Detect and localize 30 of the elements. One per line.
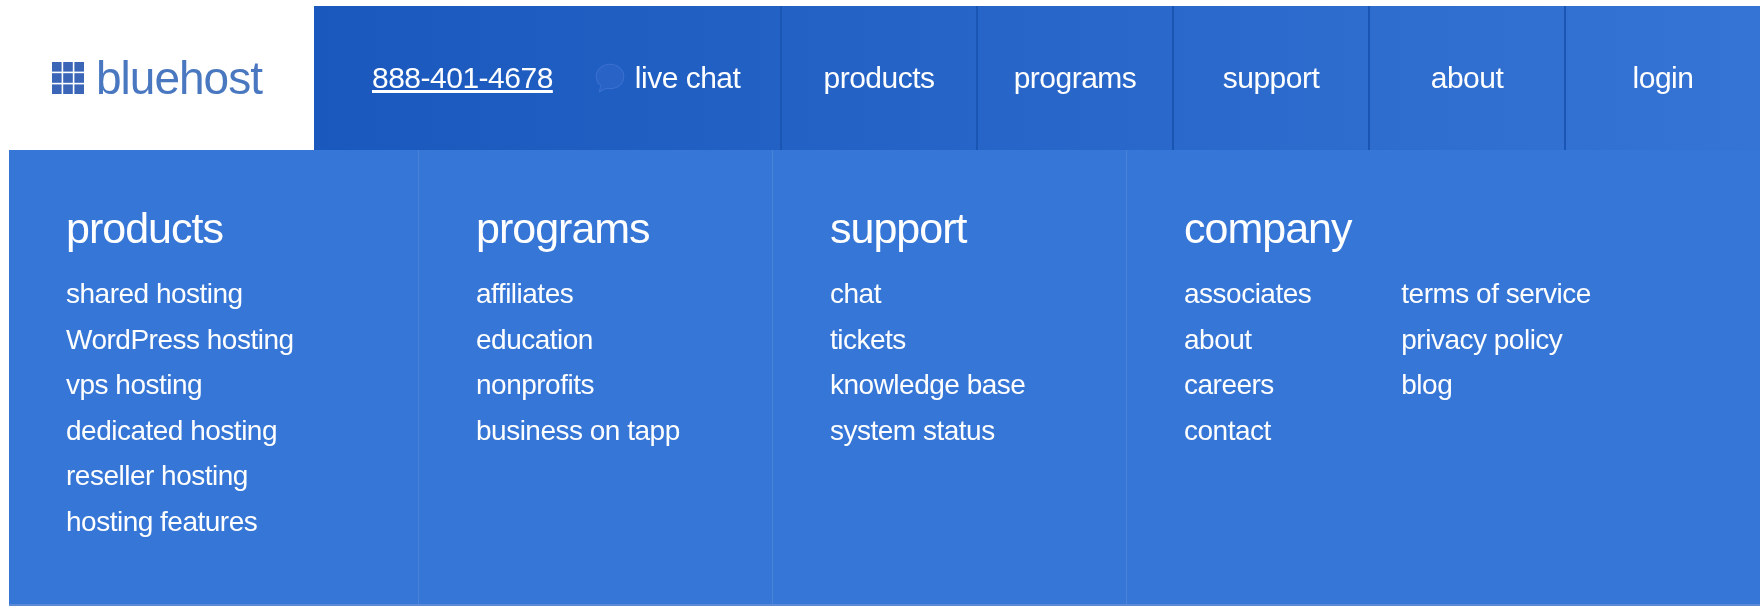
menu-link[interactable]: contact <box>1184 407 1312 453</box>
menu-link[interactable]: associates <box>1184 271 1312 317</box>
menu-link[interactable]: blog <box>1401 362 1591 408</box>
menu-link[interactable]: tickets <box>830 316 1026 362</box>
menu-link[interactable]: system status <box>830 407 1026 453</box>
menu-link[interactable]: reseller hosting <box>66 453 294 499</box>
menu-link[interactable]: chat <box>830 271 1026 317</box>
menu-link[interactable]: terms of service <box>1401 271 1591 317</box>
phone-link[interactable]: 888-401-4678 <box>372 61 553 95</box>
grid-logo-icon <box>52 62 85 94</box>
logo-text: bluehost <box>96 51 262 105</box>
menu-link[interactable]: hosting features <box>66 498 294 544</box>
menu-link[interactable]: nonprofits <box>476 362 680 408</box>
live-chat-link[interactable]: live chat <box>592 61 741 95</box>
menu-link[interactable]: shared hosting <box>66 271 294 317</box>
column-heading: programs <box>476 204 651 253</box>
menu-link[interactable]: affiliates <box>476 271 680 317</box>
column-heading: support <box>830 204 968 253</box>
menu-link[interactable]: about <box>1184 316 1312 362</box>
logo[interactable]: bluehost <box>52 51 262 105</box>
menu-link[interactable]: vps hosting <box>66 362 294 408</box>
menu-link[interactable]: education <box>476 316 680 362</box>
menu-link[interactable]: knowledge base <box>830 362 1026 408</box>
column-heading: company <box>1184 204 1353 253</box>
menu-link[interactable]: business on tapp <box>476 407 680 453</box>
menu-link[interactable]: dedicated hosting <box>66 407 294 453</box>
menu-link[interactable]: WordPress hosting <box>66 316 294 362</box>
menu-link[interactable]: careers <box>1184 362 1312 408</box>
menu-link[interactable]: privacy policy <box>1401 316 1591 362</box>
column-heading: products <box>66 204 224 253</box>
